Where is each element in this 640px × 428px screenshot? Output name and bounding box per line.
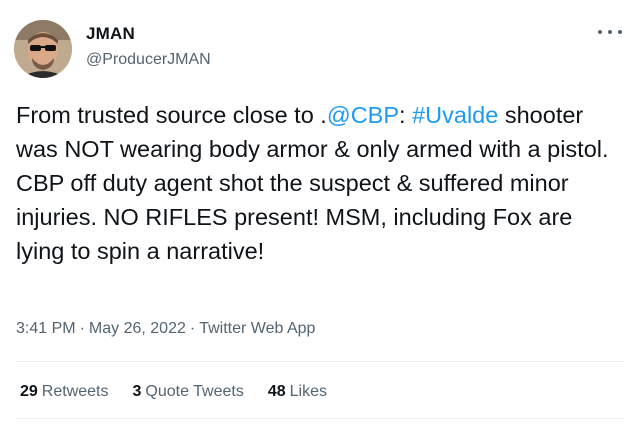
tweet-text-segment: : — [399, 102, 413, 128]
retweets-count: 29 — [20, 383, 38, 400]
more-options-icon[interactable] — [598, 24, 622, 40]
author-display-name[interactable]: JMAN — [86, 24, 135, 44]
dot-icon — [618, 30, 622, 34]
quote-tweets-stat[interactable]: 3 Quote Tweets — [133, 383, 244, 401]
avatar[interactable] — [14, 20, 72, 78]
divider — [16, 418, 624, 419]
tweet-text-segment: From trusted source close to . — [16, 102, 327, 128]
tweet-meta: 3:41 PM · May 26, 2022 · Twitter Web App — [16, 320, 315, 338]
retweets-label: Retweets — [41, 383, 109, 400]
tweet-time[interactable]: 3:41 PM — [16, 320, 76, 337]
likes-label: Likes — [289, 383, 327, 400]
quote-tweets-label: Quote Tweets — [145, 383, 244, 400]
retweets-stat[interactable]: 29 Retweets — [20, 383, 109, 401]
likes-stat[interactable]: 48 Likes — [268, 383, 327, 401]
hashtag-link[interactable]: #Uvalde — [412, 102, 498, 128]
author-handle[interactable]: @ProducerJMAN — [86, 51, 211, 69]
tweet-date[interactable]: May 26, 2022 — [89, 320, 186, 337]
dot-icon — [608, 30, 612, 34]
meta-separator: · — [189, 320, 196, 337]
user-avatar-icon — [14, 20, 72, 78]
dot-icon — [598, 30, 602, 34]
tweet-source[interactable]: Twitter Web App — [199, 320, 315, 337]
tweet-stats: 29 Retweets 3 Quote Tweets 48 Likes — [20, 383, 327, 401]
meta-separator: · — [79, 320, 85, 337]
divider — [16, 361, 624, 362]
mention-link[interactable]: @CBP — [327, 102, 399, 128]
tweet-card: JMAN @ProducerJMAN From trusted source c… — [0, 0, 640, 428]
quote-tweets-count: 3 — [132, 383, 142, 400]
likes-count: 48 — [267, 383, 286, 400]
tweet-text: From trusted source close to .@CBP: #Uva… — [16, 98, 616, 268]
